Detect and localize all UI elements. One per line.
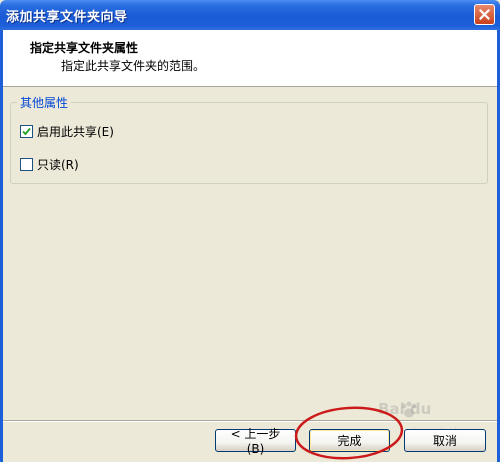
other-properties-group: 其他属性 启用此共享(E) 只读(R) — [10, 94, 488, 184]
window-title: 添加共享文件夹向导 — [6, 10, 128, 25]
header-title: 指定共享文件夹属性 — [30, 41, 139, 55]
group-title: 其他属性 — [17, 94, 72, 111]
header-subtitle: 指定此共享文件夹的范围。 — [61, 59, 206, 73]
wizard-header: 指定共享文件夹属性 指定此共享文件夹的范围。 — [3, 30, 497, 87]
read-only-checkbox[interactable] — [20, 158, 33, 171]
enable-share-checkbox[interactable] — [20, 125, 33, 138]
read-only-option[interactable]: 只读(R) — [20, 156, 79, 173]
wizard-window: 添加共享文件夹向导 指定共享文件夹属性 指定此共享文件夹的范围。 其他属性 启用… — [0, 0, 500, 462]
window-border-left — [0, 30, 3, 462]
close-button[interactable] — [474, 4, 495, 25]
cancel-button[interactable]: 取消 — [404, 429, 486, 452]
watermark-text: Bai du — [378, 400, 432, 418]
read-only-label: 只读(R) — [37, 158, 79, 172]
title-bar[interactable]: 添加共享文件夹向导 — [0, 0, 500, 30]
back-button[interactable]: < 上一步(B) — [215, 427, 296, 456]
enable-share-label: 启用此共享(E) — [37, 125, 114, 139]
checkmark-icon — [22, 127, 31, 136]
enable-share-option[interactable]: 启用此共享(E) — [20, 123, 114, 140]
close-icon — [479, 9, 490, 20]
finish-button[interactable]: 完成 — [309, 429, 390, 452]
button-separator — [3, 420, 497, 422]
